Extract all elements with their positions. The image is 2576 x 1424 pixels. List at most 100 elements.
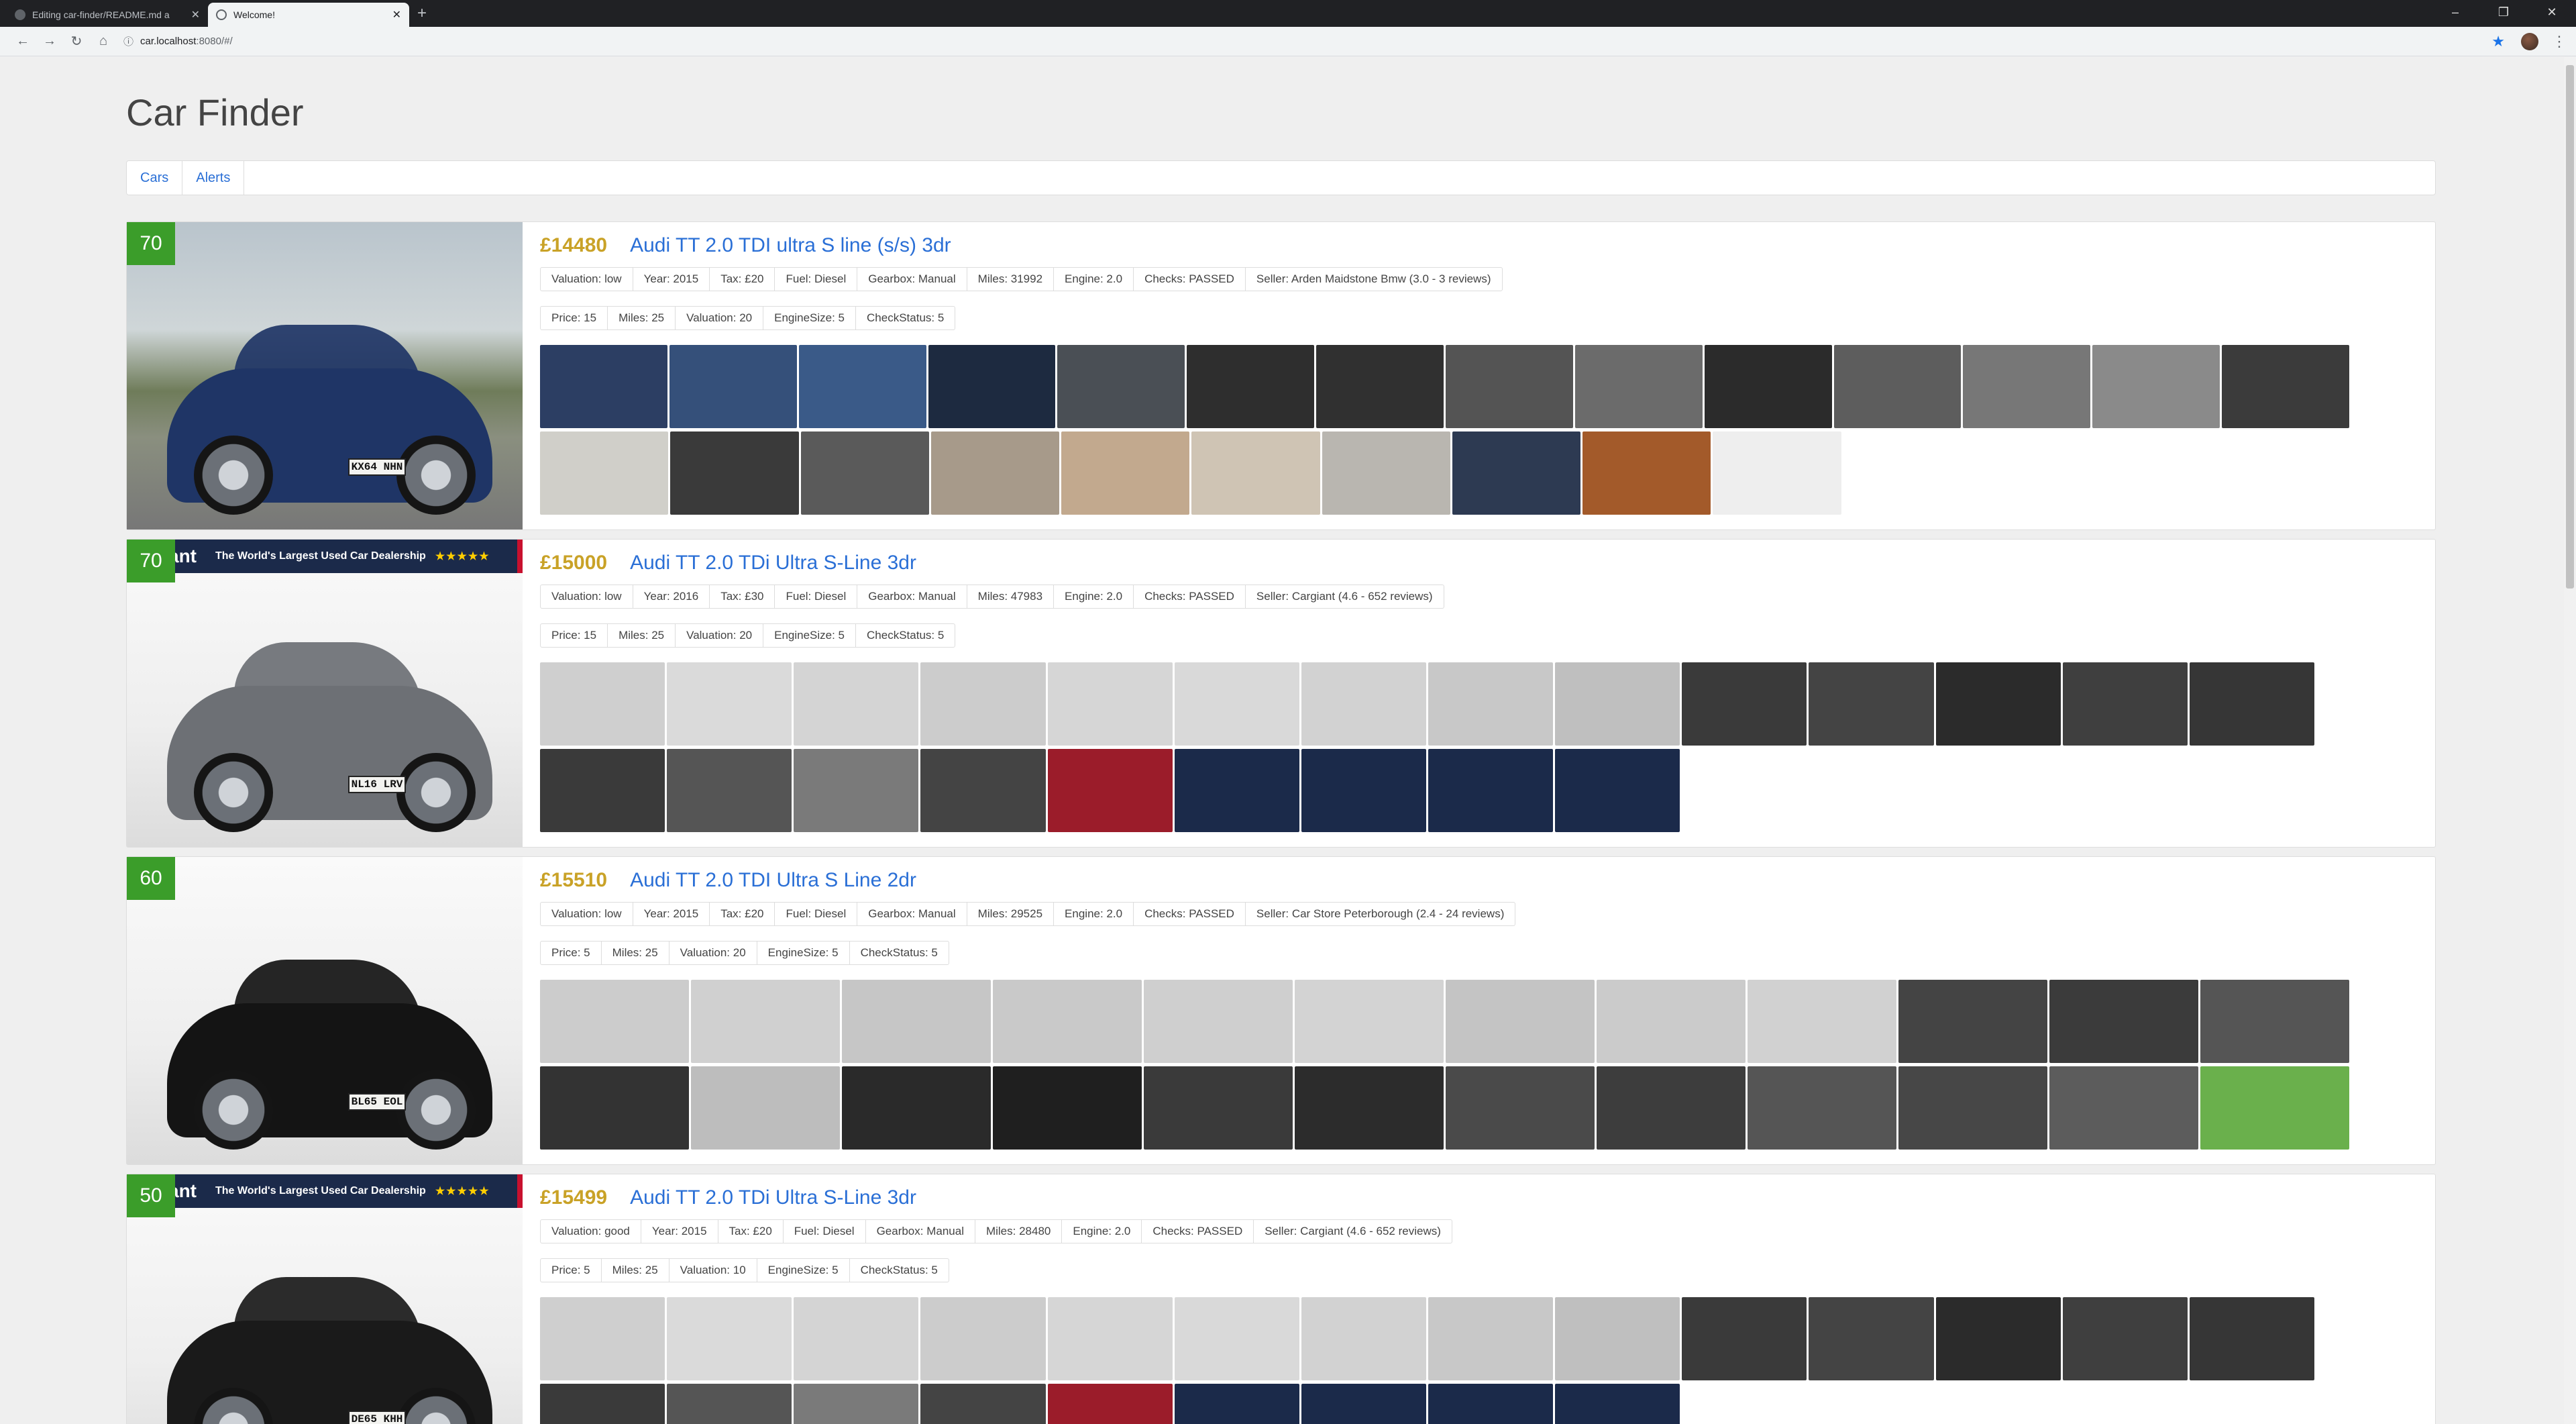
profile-avatar[interactable] [2521, 32, 2538, 50]
photo-thumbnail[interactable] [1047, 749, 1173, 832]
browser-tab-welcome[interactable]: Welcome! ✕ [208, 3, 409, 27]
photo-thumbnail[interactable] [2189, 662, 2314, 746]
photo-thumbnail[interactable] [1144, 1066, 1293, 1150]
close-tab-icon[interactable]: ✕ [392, 8, 401, 21]
arrow-right-icon[interactable]: → [36, 34, 63, 49]
car-main-photo[interactable]: ant The World's Largest Used Car Dealersh… [127, 1174, 523, 1424]
photo-thumbnail[interactable] [2049, 980, 2198, 1063]
reload-icon[interactable]: ↻ [63, 33, 90, 50]
star-icon[interactable]: ★ [2491, 33, 2505, 50]
photo-thumbnail[interactable] [794, 749, 919, 832]
photo-thumbnail[interactable] [1446, 345, 1573, 428]
photo-thumbnail[interactable] [1833, 345, 1962, 428]
photo-thumbnail[interactable] [920, 749, 1046, 832]
photo-thumbnail[interactable] [1174, 662, 1299, 746]
photo-thumbnail[interactable] [1428, 749, 1554, 832]
photo-thumbnail[interactable] [1555, 749, 1680, 832]
photo-thumbnail[interactable] [667, 1384, 792, 1424]
scrollbar-thumb[interactable] [2566, 65, 2574, 589]
photo-thumbnail[interactable] [1809, 1297, 1934, 1380]
photo-thumbnail[interactable] [691, 980, 840, 1063]
photo-thumbnail[interactable] [1682, 1297, 1807, 1380]
photo-thumbnail[interactable] [1301, 749, 1426, 832]
photo-thumbnail[interactable] [1047, 662, 1173, 746]
photo-thumbnail[interactable] [1174, 749, 1299, 832]
photo-thumbnail[interactable] [800, 431, 929, 515]
photo-thumbnail[interactable] [540, 431, 669, 515]
photo-thumbnail[interactable] [1597, 1066, 1746, 1150]
close-tab-icon[interactable]: ✕ [191, 8, 200, 21]
photo-thumbnail[interactable] [1898, 1066, 2047, 1150]
photo-thumbnail[interactable] [540, 980, 689, 1063]
photo-thumbnail[interactable] [993, 980, 1142, 1063]
photo-thumbnail[interactable] [1174, 1297, 1299, 1380]
arrow-left-icon[interactable]: ← [9, 34, 36, 49]
browser-tab-readme[interactable]: Editing car-finder/README.md a ✕ [7, 3, 208, 27]
nav-cars-link[interactable]: Cars [127, 161, 183, 195]
photo-thumbnail[interactable] [920, 1297, 1046, 1380]
photo-thumbnail[interactable] [667, 662, 792, 746]
listing-title-link[interactable]: Audi TT 2.0 TDI Ultra S Line 2dr [630, 869, 916, 892]
photo-thumbnail[interactable] [2092, 345, 2220, 428]
photo-thumbnail[interactable] [540, 749, 665, 832]
photo-thumbnail[interactable] [1555, 1297, 1680, 1380]
photo-thumbnail[interactable] [1555, 1384, 1680, 1424]
photo-thumbnail[interactable] [1446, 980, 1595, 1063]
photo-thumbnail[interactable] [842, 1066, 991, 1150]
photo-thumbnail[interactable] [1574, 345, 1703, 428]
photo-thumbnail[interactable] [1047, 1384, 1173, 1424]
photo-thumbnail[interactable] [1057, 345, 1185, 428]
info-icon[interactable]: ⓘ [123, 34, 133, 48]
photo-thumbnail[interactable] [1704, 345, 1832, 428]
photo-thumbnail[interactable] [1047, 1297, 1173, 1380]
car-main-photo[interactable]: KX64 NHN [127, 222, 523, 529]
page-scrollbar[interactable] [2564, 57, 2576, 1424]
photo-thumbnail[interactable] [670, 431, 799, 515]
photo-thumbnail[interactable] [1748, 980, 1896, 1063]
photo-thumbnail[interactable] [794, 1384, 919, 1424]
new-tab-icon[interactable]: + [417, 4, 427, 23]
photo-thumbnail[interactable] [1446, 1066, 1595, 1150]
photo-thumbnail[interactable] [794, 662, 919, 746]
listing-title-link[interactable]: Audi TT 2.0 TDi Ultra S-Line 3dr [630, 1186, 916, 1209]
photo-thumbnail[interactable] [1452, 431, 1580, 515]
photo-thumbnail[interactable] [540, 1066, 689, 1150]
kebab-menu-icon[interactable]: ⋮ [2552, 33, 2567, 50]
home-icon[interactable]: ⌂ [90, 34, 117, 49]
photo-thumbnail[interactable] [669, 345, 797, 428]
close-window-icon[interactable]: ✕ [2528, 0, 2576, 27]
photo-thumbnail[interactable] [1187, 345, 1315, 428]
photo-thumbnail[interactable] [540, 1297, 665, 1380]
listing-title-link[interactable]: Audi TT 2.0 TDi Ultra S-Line 3dr [630, 552, 916, 574]
photo-thumbnail[interactable] [2062, 1297, 2188, 1380]
car-main-photo[interactable]: BL65 EOL [127, 857, 523, 1164]
photo-thumbnail[interactable] [1809, 662, 1934, 746]
photo-thumbnail[interactable] [1301, 1384, 1426, 1424]
photo-thumbnail[interactable] [540, 345, 667, 428]
photo-thumbnail[interactable] [667, 749, 792, 832]
photo-thumbnail[interactable] [1295, 980, 1444, 1063]
photo-thumbnail[interactable] [1597, 980, 1746, 1063]
photo-thumbnail[interactable] [928, 345, 1056, 428]
photo-thumbnail[interactable] [2222, 345, 2350, 428]
minimize-icon[interactable]: – [2431, 0, 2479, 27]
maximize-icon[interactable]: ❐ [2479, 0, 2528, 27]
photo-thumbnail[interactable] [798, 345, 926, 428]
photo-thumbnail[interactable] [1191, 431, 1320, 515]
photo-thumbnail[interactable] [1682, 662, 1807, 746]
photo-thumbnail[interactable] [1174, 1384, 1299, 1424]
photo-thumbnail[interactable] [691, 1066, 840, 1150]
nav-alerts-link[interactable]: Alerts [182, 161, 245, 195]
photo-thumbnail[interactable] [2049, 1066, 2198, 1150]
photo-thumbnail[interactable] [1322, 431, 1450, 515]
photo-thumbnail[interactable] [1555, 662, 1680, 746]
photo-thumbnail[interactable] [1301, 1297, 1426, 1380]
photo-thumbnail[interactable] [1295, 1066, 1444, 1150]
photo-thumbnail[interactable] [1316, 345, 1444, 428]
photo-thumbnail[interactable] [540, 1384, 665, 1424]
photo-thumbnail[interactable] [993, 1066, 1142, 1150]
photo-thumbnail[interactable] [1748, 1066, 1896, 1150]
photo-thumbnail[interactable] [920, 662, 1046, 746]
photo-thumbnail[interactable] [794, 1297, 919, 1380]
photo-thumbnail[interactable] [930, 431, 1059, 515]
